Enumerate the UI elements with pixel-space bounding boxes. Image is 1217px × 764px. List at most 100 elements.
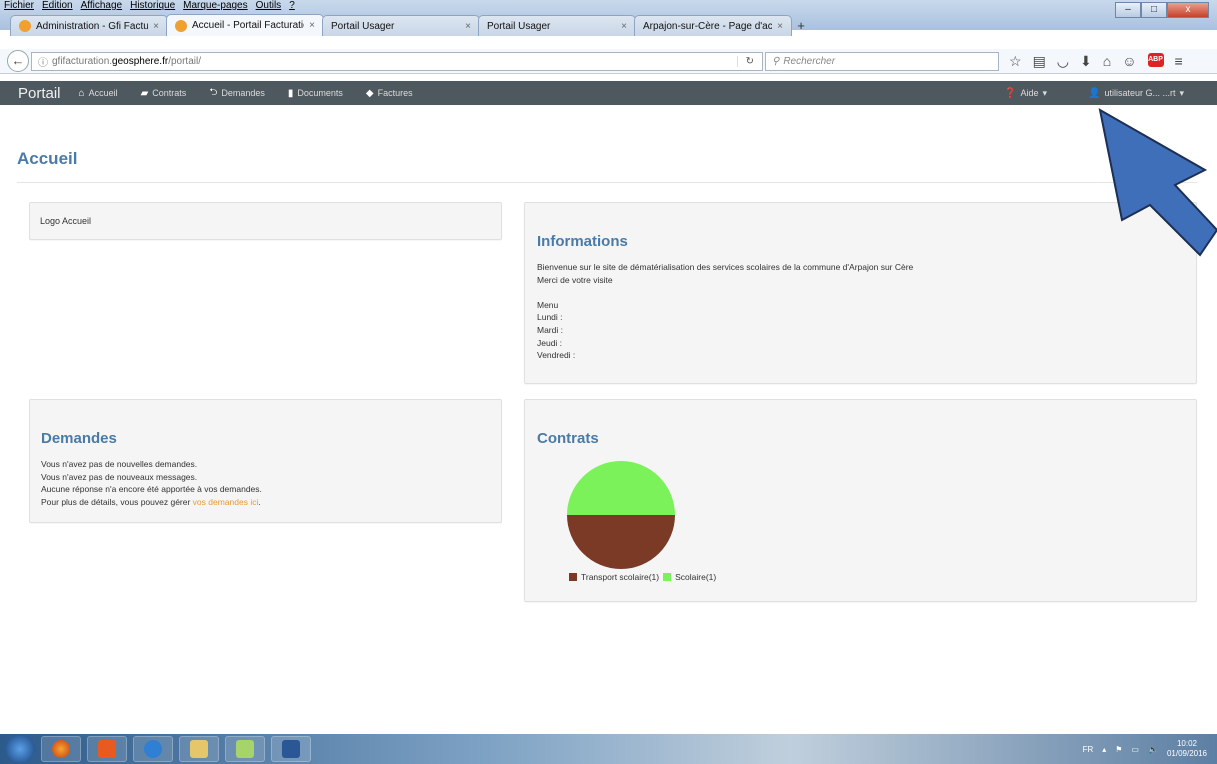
nav-factures[interactable]: ◆ Factures (366, 88, 413, 99)
menu-edition[interactable]: Édition (42, 0, 73, 13)
folder-icon (190, 740, 208, 758)
tab-label: Arpajon-sur-Cère - Page d'acc... (643, 20, 773, 32)
nav-label: Factures (377, 88, 413, 98)
media-player-icon (98, 740, 116, 758)
tab-label: Portail Usager (487, 20, 551, 32)
download-icon[interactable]: ⬇ (1080, 53, 1092, 70)
tray-expand-icon[interactable]: ▴ (1102, 745, 1106, 754)
flag-icon[interactable]: ⚑ (1115, 745, 1122, 754)
menu-fichier[interactable]: Fichier (4, 0, 34, 13)
lang-indicator[interactable]: FR (1083, 745, 1094, 754)
app-navbar: Portail ⌂ Accueil ▰ Contrats ⮌ Demandes ▮ Do… (0, 81, 1217, 105)
menu-marque-pages[interactable]: Marque-pages (183, 0, 247, 13)
nav-label: Documents (297, 88, 343, 98)
network-icon[interactable]: ▭ (1131, 745, 1139, 754)
close-tab-icon[interactable]: × (777, 21, 783, 32)
word-icon (282, 740, 300, 758)
taskbar-app[interactable] (225, 736, 265, 762)
help-label: Aide (1020, 88, 1039, 98)
reading-list-icon[interactable]: ▤ (1033, 53, 1046, 70)
tab-label: Administration - Gfi Factur... (36, 20, 149, 32)
chart-legend: Transport scolaire(1) Scolaire(1) (569, 572, 716, 582)
url-prefix: gfifacturation. (52, 55, 113, 67)
info-icon: ⓘ (38, 57, 48, 69)
clock-time: 10:02 (1176, 739, 1197, 748)
clock[interactable]: 10:02 01/09/2016 (1167, 739, 1207, 759)
details-suffix: . (258, 496, 261, 507)
minimize-button[interactable]: – (1115, 2, 1141, 18)
pocket-icon[interactable]: ◡ (1057, 53, 1069, 70)
tab-administration[interactable]: Administration - Gfi Factur... × (10, 15, 168, 36)
legend-label: Scolaire(1) (675, 572, 717, 582)
info-line: Bienvenue sur le site de dématérialisati… (537, 262, 914, 272)
taskbar-firefox[interactable] (41, 736, 81, 762)
logo-panel: Logo Accueil (29, 202, 502, 240)
maximize-button[interactable]: □ (1141, 2, 1167, 18)
nav-label: Contrats (152, 88, 187, 98)
bookmark-star-icon[interactable]: ☆ (1009, 53, 1022, 70)
taskbar-word[interactable] (271, 736, 311, 762)
favicon-icon (175, 19, 187, 32)
menu-bar: Fichier Édition Affichage Historique Mar… (0, 0, 295, 13)
divider (17, 182, 1197, 183)
contrats-panel: Contrats Transport scolaire(1) Scolaire(1… (524, 399, 1197, 602)
tab-label: Portail Usager (331, 20, 395, 32)
nav-accueil[interactable]: ⌂ Accueil (79, 88, 118, 99)
close-tab-icon[interactable]: × (465, 21, 471, 32)
demandes-link[interactable]: vos demandes ici (193, 497, 259, 507)
menu-day: Vendredi : (537, 350, 576, 361)
search-icon: ⚲ (772, 55, 780, 67)
url-bar[interactable]: ⓘ gfifacturation. geosphere.fr/portail/ ↻ (31, 51, 763, 71)
search-placeholder: Rechercher (783, 55, 836, 67)
user-icon: 👤 (1087, 87, 1101, 99)
nav-contrats[interactable]: ▰ Contrats (141, 88, 187, 99)
details-text: Pour plus de détails, vous pouvez gérer (41, 496, 193, 507)
nav-demandes[interactable]: ⮌ Demandes (209, 85, 265, 102)
new-tab-button[interactable]: + (790, 18, 812, 36)
browser-toolbar: ← ⓘ gfifacturation. geosphere.fr/portail/… (0, 49, 1217, 74)
logo-text: Logo Accueil (40, 216, 92, 226)
back-arrow-icon[interactable]: ← (7, 50, 29, 72)
taskbar-ie[interactable] (133, 736, 173, 762)
legend-swatch (663, 573, 672, 581)
informations-title: Informations (537, 233, 628, 250)
favicon-icon (19, 20, 31, 32)
nav-documents[interactable]: ▮ Documents (288, 88, 343, 99)
menu-label: Menu (537, 299, 559, 310)
user-label: utilisateur G... ...rt (1104, 88, 1176, 98)
volume-icon[interactable]: 🔈 (1148, 745, 1158, 754)
demandes-title: Demandes (41, 430, 117, 447)
close-window-button[interactable]: x (1167, 2, 1209, 18)
menu-affichage[interactable]: Affichage (81, 0, 123, 13)
close-tab-icon[interactable]: × (309, 20, 315, 31)
reload-icon[interactable]: ↻ (736, 55, 762, 67)
tab-label: Accueil - Portail Facturation (192, 20, 305, 31)
brand[interactable]: Portail (18, 85, 61, 102)
start-button[interactable] (5, 735, 35, 763)
chat-icon[interactable]: ☺ (1122, 53, 1136, 70)
url-path: /portail/ (168, 55, 201, 67)
home-icon[interactable]: ⌂ (1103, 53, 1111, 70)
tab-portail-usager-1[interactable]: Portail Usager × (322, 15, 480, 36)
help-dropdown[interactable]: ❓ Aide ▾ (1004, 88, 1047, 99)
menu-historique[interactable]: Historique (130, 0, 175, 13)
file-icon: ▮ (287, 87, 294, 99)
tab-portail-usager-2[interactable]: Portail Usager × (478, 15, 636, 36)
hamburger-menu-icon[interactable]: ≡ (1175, 53, 1183, 70)
taskbar-explorer[interactable] (179, 736, 219, 762)
close-tab-icon[interactable]: × (153, 21, 159, 32)
pointer-arrow-icon (1098, 108, 1217, 257)
tab-accueil[interactable]: Accueil - Portail Facturation × (166, 14, 324, 36)
folder-icon: ▰ (140, 87, 149, 99)
adblock-icon[interactable]: ABP (1147, 52, 1164, 67)
search-input[interactable]: ⚲ Rechercher (765, 51, 999, 71)
close-tab-icon[interactable]: × (621, 21, 627, 32)
tab-arpajon[interactable]: Arpajon-sur-Cère - Page d'acc... × (634, 15, 792, 36)
taskbar-media[interactable] (87, 736, 127, 762)
user-dropdown[interactable]: 👤 utilisateur G... ...rt ▾ (1088, 88, 1184, 99)
legend-label: Transport scolaire(1) (581, 572, 660, 582)
clock-date: 01/09/2016 (1166, 749, 1207, 758)
menu-help[interactable]: ? (289, 0, 295, 13)
pie-slice-scolaire (567, 461, 675, 515)
menu-outils[interactable]: Outils (256, 0, 282, 13)
